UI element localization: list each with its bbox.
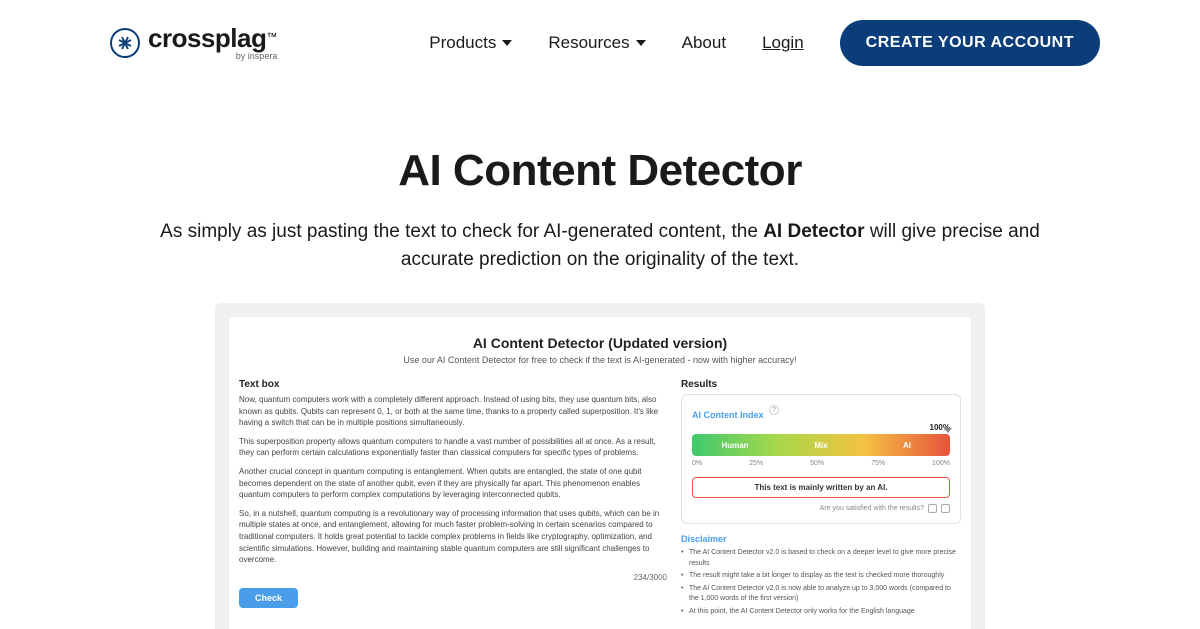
info-icon[interactable]: ? bbox=[769, 405, 779, 415]
logo[interactable]: crossplag™ by inspera bbox=[110, 25, 277, 61]
disclaimer-title: Disclaimer bbox=[681, 534, 961, 544]
chevron-down-icon bbox=[502, 40, 512, 46]
logo-icon bbox=[110, 28, 140, 58]
nav-resources[interactable]: Resources bbox=[548, 33, 645, 53]
bar-segment-human: Human bbox=[692, 434, 778, 456]
chevron-down-icon bbox=[636, 40, 646, 46]
results-card: AI Content Index ? 100% Human Mix AI 0% bbox=[681, 394, 961, 524]
result-bar: Human Mix AI bbox=[692, 434, 950, 456]
bar-segment-ai: AI bbox=[864, 434, 950, 456]
detector-preview: AI Content Detector (Updated version) Us… bbox=[215, 303, 985, 629]
results-label: Results bbox=[681, 379, 961, 390]
textbox-label: Text box bbox=[239, 379, 667, 390]
check-button[interactable]: Check bbox=[239, 588, 298, 608]
logo-text: crossplag™ by inspera bbox=[148, 25, 277, 61]
nav-products[interactable]: Products bbox=[429, 33, 512, 53]
text-input[interactable]: Now, quantum computers work with a compl… bbox=[239, 394, 667, 566]
create-account-button[interactable]: CREATE YOUR ACCOUNT bbox=[840, 20, 1100, 66]
bar-ticks: 0% 25% 50% 75% 100% bbox=[692, 460, 950, 467]
feedback-prompt: Are you satisfied with the results? bbox=[692, 504, 950, 513]
verdict-text: This text is mainly written by an AI. bbox=[692, 477, 950, 498]
disclaimer-list: The AI Content Detector v2.0 is based to… bbox=[681, 548, 961, 617]
bar-pointer-icon bbox=[944, 428, 952, 433]
bar-segment-mix: Mix bbox=[778, 434, 864, 456]
nav-about[interactable]: About bbox=[682, 33, 726, 53]
result-percentage: 100% bbox=[692, 423, 950, 432]
nav-login[interactable]: Login bbox=[762, 33, 804, 53]
detector-subtitle: Use our AI Content Detector for free to … bbox=[249, 355, 951, 365]
header: crossplag™ by inspera Products Resources… bbox=[0, 0, 1200, 86]
detector-title: AI Content Detector (Updated version) bbox=[249, 335, 951, 351]
hero: AI Content Detector As simply as just pa… bbox=[0, 86, 1200, 303]
thumbs-up-icon[interactable] bbox=[928, 504, 937, 513]
word-count: 234/3000 bbox=[239, 573, 667, 582]
main-nav: Products Resources About Login CREATE YO… bbox=[429, 20, 1100, 66]
ai-content-index-label: AI Content Index bbox=[692, 410, 764, 420]
disclaimer: Disclaimer The AI Content Detector v2.0 … bbox=[681, 534, 961, 617]
thumbs-down-icon[interactable] bbox=[941, 504, 950, 513]
page-title: AI Content Detector bbox=[100, 146, 1100, 196]
page-subtitle: As simply as just pasting the text to ch… bbox=[150, 218, 1050, 273]
